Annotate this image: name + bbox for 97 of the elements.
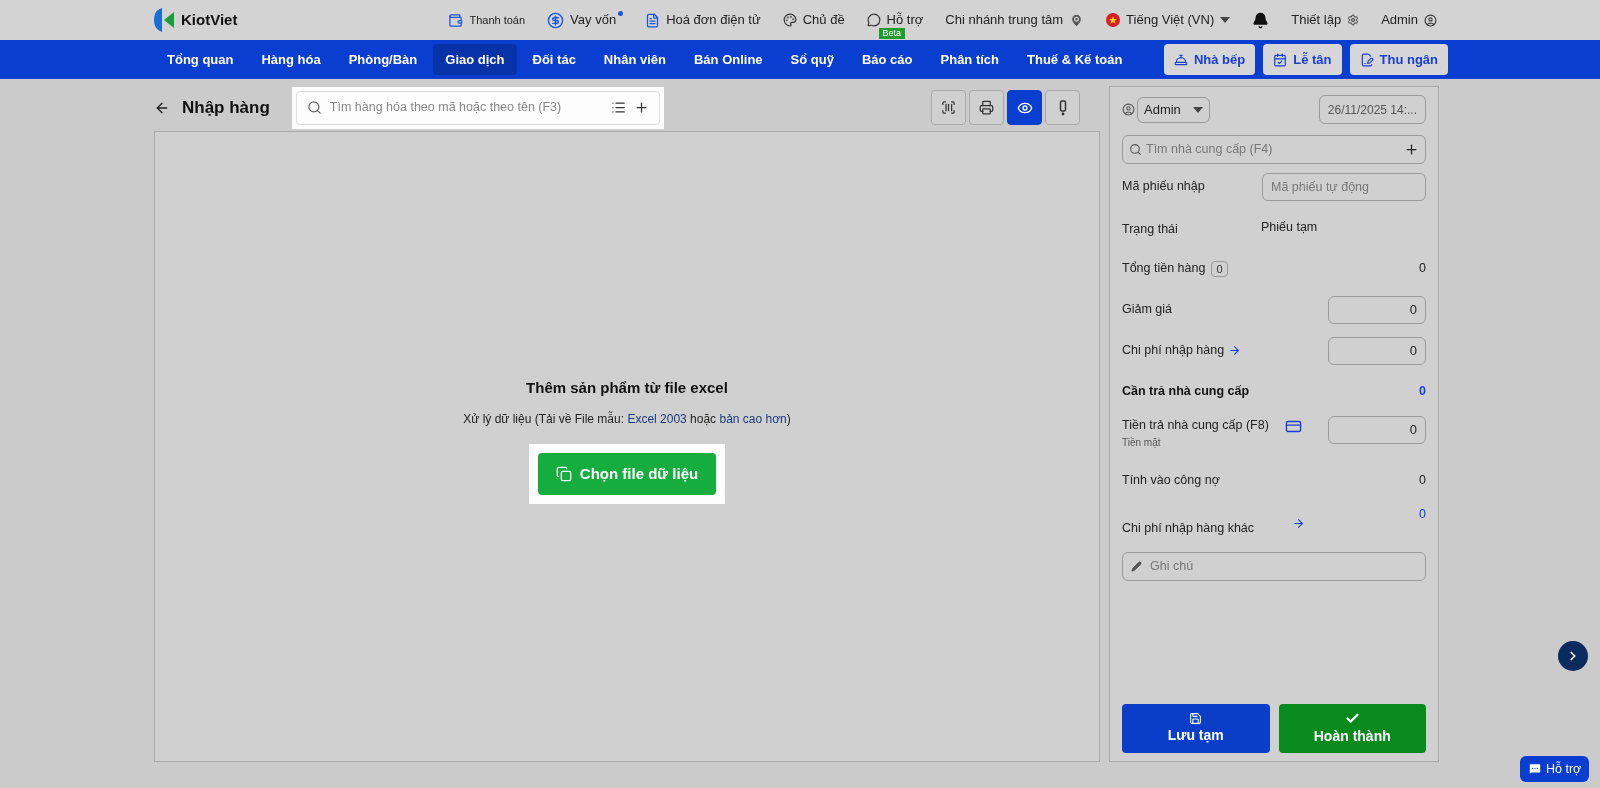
payment-method: Tiền mặt [1122,435,1162,450]
field-label: Chi phí nhập hàng [1122,342,1225,360]
top-link[interactable]: Admin [1381,10,1418,30]
top-link[interactable]: Thanh toán [469,11,526,29]
total-value: 0 [1419,260,1426,278]
top-link[interactable]: Chủ đề [802,10,845,30]
list-icon[interactable] [610,100,626,115]
nav-tab[interactable]: Tổng quan [155,44,246,75]
wallet-icon [448,12,464,28]
amount-field[interactable]: 0 [1328,416,1426,444]
field-label: Cần trả nhà cung cấp [1122,383,1250,401]
toolbar-button[interactable] [1045,90,1080,125]
nav-tab[interactable]: Hàng hóa [249,44,333,75]
toolbar-button[interactable] [1007,90,1042,125]
search-icon [1129,143,1142,156]
arrow-right-icon[interactable] [1228,344,1242,357]
nav-tab[interactable]: Sổ quỹ [778,44,846,75]
settings-icon [1347,14,1360,26]
top-link[interactable]: Hoá đơn điện tử [666,10,761,30]
toolbar-button[interactable] [931,90,966,125]
field-label: Giảm giá [1122,301,1173,319]
amount-field[interactable]: 0 [1328,336,1426,365]
chat-icon [1528,762,1542,776]
module-button[interactable]: Lễ tân [1263,44,1342,75]
files-icon [555,465,572,482]
product-search-bar[interactable]: Tìm hàng hóa theo mã hoặc theo tên (F3) [295,90,660,125]
field-label: Mã phiếu nhập [1122,178,1205,196]
field-label: Chi phí nhập hàng khác [1122,521,1255,535]
template-link[interactable]: Excel 2003 [627,411,687,426]
page-title: Nhập hàng [182,96,270,119]
nav-tab[interactable]: Phân tích [928,44,1012,75]
top-link[interactable]: Tiếng Việt (VN) [1126,10,1215,30]
arrow-right-icon[interactable] [1292,517,1305,530]
amount-field[interactable]: 0 [1328,295,1426,324]
expand-button[interactable] [1558,641,1588,671]
import-title: Thêm sản phẩm từ file excel [526,378,728,399]
user-icon [1424,13,1437,27]
document-pen-icon [1359,52,1374,67]
brand-name: KiotViet [181,9,238,30]
chat-icon [866,13,881,27]
top-link[interactable]: Vay vốn [570,10,624,30]
nav-tab[interactable]: Phòng/Bàn [336,44,430,75]
printer-icon [979,100,994,115]
nav-tab[interactable]: Thuế & Kế toán [1015,44,1135,75]
money-bag-icon [547,11,565,29]
debt-value: 0 [1419,472,1426,490]
bell-dome-icon [1173,52,1188,67]
note-bar[interactable]: Ghi chú [1122,552,1426,581]
import-description: Xử lý dữ liệu (Tải về File mẫu: Excel 2003 hoặc bản cao hơn) [463,410,791,428]
nav-tab[interactable]: Giao dịch [433,44,517,75]
top-link[interactable]: Hỗ trợ [886,10,924,30]
supplier-search-input[interactable]: Tìm nhà cung cấp (F4) [1146,140,1400,159]
document-icon [645,12,661,28]
template-link[interactable]: bản cao hơn [719,411,787,426]
search-input[interactable]: Tìm hàng hóa theo mã hoặc theo tên (F3) [329,98,603,117]
field-label: Tiền trả nhà cung cấp (F8) [1122,417,1270,434]
save-draft-button[interactable]: Lưu tạm [1122,704,1270,753]
add-icon[interactable] [1404,142,1419,157]
note-input[interactable]: Ghi chú [1150,557,1417,576]
supplier-search-bar[interactable]: Tìm nhà cung cấp (F4) [1122,135,1426,164]
palette-icon [782,13,797,27]
user-icon [1122,103,1135,116]
flag-icon [1106,13,1121,27]
module-button[interactable]: Nhà bếp [1163,44,1256,75]
complete-button[interactable]: Hoàn thành [1278,704,1426,753]
save-icon [1189,711,1203,725]
bell-icon[interactable] [1252,11,1270,29]
search-icon [306,100,322,115]
count-badge: 0 [1211,260,1228,277]
nav-tab[interactable]: Báo cáo [849,44,925,75]
pencil-icon [1131,561,1142,572]
field-label: Tổng tiền hàng [1122,260,1206,278]
nav-tab[interactable]: Bán Online [682,44,775,75]
add-icon[interactable] [633,100,649,115]
beta-badge: Beta [878,28,906,40]
input-field[interactable]: Mã phiếu tự động [1262,172,1426,201]
support-button[interactable]: Hỗ trợ [1520,756,1590,782]
field-label: Tính vào công nợ [1122,472,1220,490]
exclamation-icon [1058,99,1067,116]
date-field[interactable]: 26/11/2025 14:... [1318,95,1426,124]
card-icon[interactable] [1285,418,1302,435]
status-value: Phiếu tạm [1261,219,1318,237]
barcode-icon [941,100,956,115]
other-cost-value[interactable]: 0 [1419,505,1426,524]
logo-icon [153,7,175,33]
nav-tab[interactable]: Đối tác [520,44,588,75]
user-select[interactable]: Admin [1137,96,1210,123]
module-button[interactable]: Thu ngân [1349,44,1448,75]
calendar-check-icon [1273,52,1288,67]
toolbar-button[interactable] [969,90,1004,125]
top-link[interactable]: Thiết lập [1291,10,1342,30]
field-label: Trạng thái [1122,221,1178,236]
payable-value: 0 [1419,383,1426,401]
caret-icon [1220,17,1231,23]
top-link[interactable]: Chi nhánh trung tâm [945,10,1064,30]
caret-icon [1192,106,1203,113]
nav-tab[interactable]: Nhân viên [591,44,678,75]
